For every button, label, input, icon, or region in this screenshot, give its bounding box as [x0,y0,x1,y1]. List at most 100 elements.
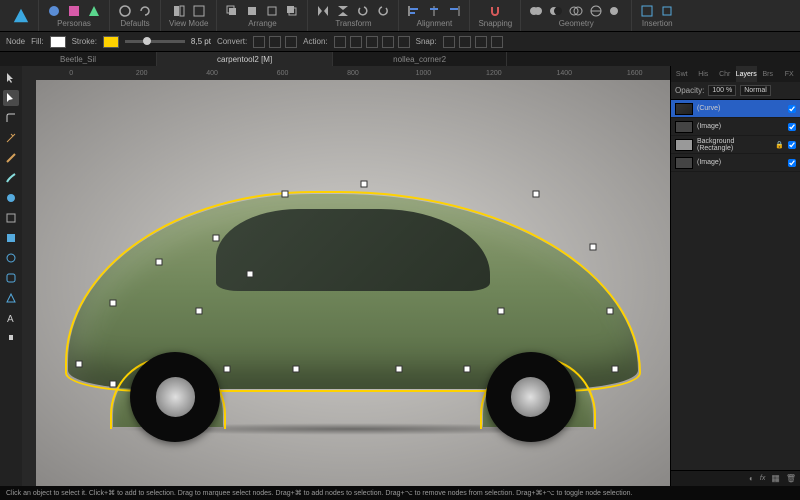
fill-tool-icon[interactable] [3,190,19,206]
pan-tool-icon[interactable] [3,330,19,346]
convert-smart-icon[interactable] [285,36,297,48]
align-left-icon[interactable] [407,4,421,18]
curve-node[interactable] [195,307,202,314]
fill-swatch[interactable] [50,36,66,48]
curve-node[interactable] [76,361,83,368]
action-close-icon[interactable] [350,36,362,48]
crop-tool-icon[interactable] [3,210,19,226]
curve-node[interactable] [498,307,505,314]
rotate-ccw-icon[interactable] [356,4,370,18]
canvas[interactable] [36,80,670,486]
curve-node[interactable] [155,258,162,265]
tool-sidebar: A [0,66,22,486]
doc-tab-1[interactable]: carpentool2 [M] [157,52,333,66]
corner-tool-icon[interactable] [3,110,19,126]
panel-tab-character[interactable]: Chr [714,66,736,82]
action-join-icon[interactable] [382,36,394,48]
rounded-rect-tool-icon[interactable] [3,270,19,286]
doc-tab-0[interactable]: Beetle_Sil [0,52,157,66]
persona-export-icon[interactable] [87,4,101,18]
node-tool-icon[interactable] [3,90,19,106]
curve-node[interactable] [464,366,471,373]
curve-node[interactable] [606,307,613,314]
arrange-front-icon[interactable] [225,4,239,18]
lock-icon[interactable]: 🔒 [775,141,784,149]
flip-h-icon[interactable] [316,4,330,18]
snap-handle-icon[interactable] [491,36,503,48]
opacity-field[interactable]: 100 % [708,85,736,96]
curve-node[interactable] [395,366,402,373]
layer-visibility-checkbox[interactable] [788,105,796,113]
snapping-icon[interactable] [488,4,502,18]
pen-tool-icon[interactable] [3,130,19,146]
layer-fx-icon[interactable]: fx [760,475,765,482]
insert-inside-icon[interactable] [640,4,654,18]
defaults-sync-icon[interactable] [118,4,132,18]
geo-intersect-icon[interactable] [569,4,583,18]
layer-row[interactable]: (Image) [671,154,800,172]
persona-designer-icon[interactable] [47,4,61,18]
shape-tool-icon[interactable] [3,230,19,246]
brush-tool-icon[interactable] [3,170,19,186]
stroke-width-slider[interactable] [125,40,185,43]
action-reverse-icon[interactable] [398,36,410,48]
layer-row[interactable]: Background (Rectangle) 🔒 [671,136,800,154]
panel-tab-swatches[interactable]: Swt [671,66,693,82]
curve-node[interactable] [612,366,619,373]
layer-row[interactable]: (Image) [671,118,800,136]
flip-v-icon[interactable] [336,4,350,18]
action-smooth-icon[interactable] [366,36,378,48]
stroke-swatch[interactable] [103,36,119,48]
persona-pixel-icon[interactable] [67,4,81,18]
arrange-forward-icon[interactable] [245,4,259,18]
viewmode-outline-icon[interactable] [192,4,206,18]
align-right-icon[interactable] [447,4,461,18]
delete-layer-icon[interactable]: 🗑 [786,474,796,483]
viewmode-split-icon[interactable] [172,4,186,18]
curve-node[interactable] [361,180,368,187]
blend-mode-select[interactable]: Normal [740,85,771,96]
action-break-icon[interactable] [334,36,346,48]
pencil-tool-icon[interactable] [3,150,19,166]
layer-row[interactable]: (Curve) [671,100,800,118]
mask-layer-icon[interactable]: ◐ [749,474,754,483]
curve-node[interactable] [532,190,539,197]
arrange-backward-icon[interactable] [265,4,279,18]
panel-tab-history[interactable]: His [693,66,715,82]
align-center-icon[interactable] [427,4,441,18]
layer-visibility-checkbox[interactable] [788,141,796,149]
curve-node[interactable] [247,271,254,278]
curve-node[interactable] [224,366,231,373]
insert-behind-icon[interactable] [660,4,674,18]
arrange-back-icon[interactable] [285,4,299,18]
defaults-revert-icon[interactable] [138,4,152,18]
panel-tab-fx[interactable]: FX [779,66,800,82]
layer-visibility-checkbox[interactable] [788,123,796,131]
rotate-cw-icon[interactable] [376,4,390,18]
snap-label: Snap: [416,37,437,46]
snap-node-icon[interactable] [459,36,471,48]
snap-geometry-icon[interactable] [475,36,487,48]
panel-tab-layers[interactable]: Layers [736,66,758,82]
layer-visibility-checkbox[interactable] [788,159,796,167]
curve-node[interactable] [292,366,299,373]
convert-smooth-icon[interactable] [269,36,281,48]
doc-tab-2[interactable]: nollea_corner2 [333,52,507,66]
convert-sharp-icon[interactable] [253,36,265,48]
geo-xor-icon[interactable] [609,4,623,18]
panel-tab-brushes[interactable]: Brs [757,66,779,82]
curve-node[interactable] [589,244,596,251]
artistic-text-tool-icon[interactable]: A [3,310,19,326]
triangle-tool-icon[interactable] [3,290,19,306]
geo-divide-icon[interactable] [589,4,603,18]
curve-node[interactable] [281,190,288,197]
curve-node[interactable] [213,234,220,241]
curve-node[interactable] [110,300,117,307]
snap-align-icon[interactable] [443,36,455,48]
curve-node[interactable] [110,380,117,387]
geo-subtract-icon[interactable] [549,4,563,18]
geo-add-icon[interactable] [529,4,543,18]
ellipse-tool-icon[interactable] [3,250,19,266]
move-tool-icon[interactable] [3,70,19,86]
add-layer-icon[interactable]: ▦ [771,473,780,484]
